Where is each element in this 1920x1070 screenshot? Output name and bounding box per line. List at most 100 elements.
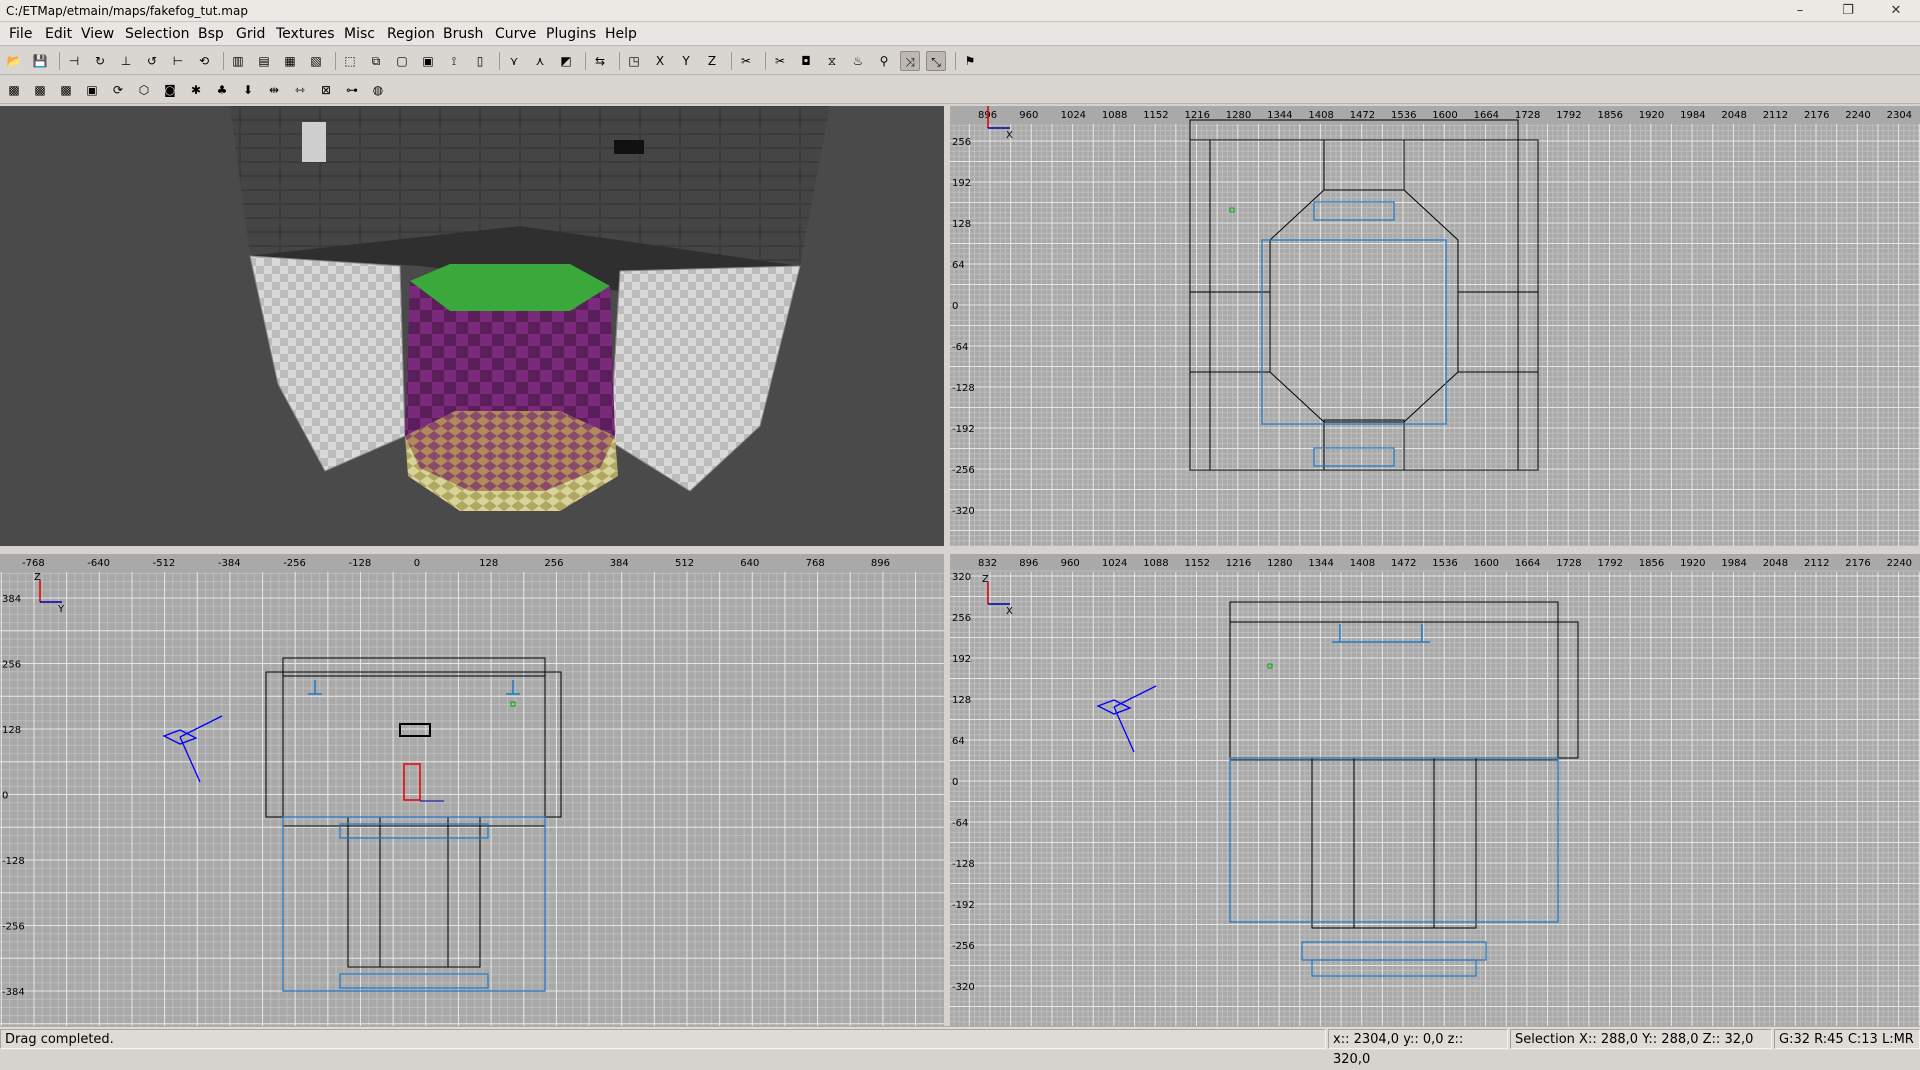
ruler-label-v: -256	[952, 941, 975, 952]
ruler-label-h: 1920	[1639, 110, 1664, 121]
ruler-label-h: 2304	[1887, 110, 1912, 121]
camera-view[interactable]	[0, 106, 944, 546]
texture-lock-icon[interactable]: ✂	[770, 51, 790, 71]
box-x-icon[interactable]: ⊠	[316, 80, 336, 100]
minimize-button[interactable]: –	[1780, 0, 1820, 22]
view-z-icon[interactable]: Z	[702, 51, 722, 71]
face-mode-icon[interactable]: ◩	[556, 51, 576, 71]
menu-misc[interactable]: Misc	[344, 26, 375, 42]
tree-icon[interactable]: ♣	[212, 80, 232, 100]
scale-icon[interactable]: ⚲	[874, 51, 894, 71]
patch-icon[interactable]: ⧖	[822, 51, 842, 71]
flip-x-icon[interactable]: ⊣	[64, 51, 84, 71]
view-y-icon[interactable]: Y	[676, 51, 696, 71]
xz-view-canvas: 832 896 960 1024 1088 1152 1216 1280 1344 1408 147…	[950, 554, 1920, 1026]
vertex-mode-icon[interactable]: ⋎	[504, 51, 524, 71]
xz-view[interactable]: 832 896 960 1024 1088 1152 1216 1280 1344 1408 147…	[950, 554, 1920, 1026]
edge-mode-icon[interactable]: ⋏	[530, 51, 550, 71]
ruler-label-h: 1728	[1556, 558, 1581, 569]
title-bar: C:/ETMap/etmain/maps/fakefog_tut.map – ❐…	[0, 0, 1920, 22]
refresh-icon[interactable]: ⟳	[108, 80, 128, 100]
select-touching-icon[interactable]: ⧉	[366, 51, 386, 71]
rotate-y-icon[interactable]: ↺	[142, 51, 162, 71]
ruler-label-v: -128	[952, 859, 975, 870]
horizontal-splitter[interactable]	[0, 546, 1920, 554]
menu-region[interactable]: Region	[387, 26, 435, 42]
ruler-label-h: 640	[740, 558, 759, 569]
menu-bsp[interactable]: Bsp	[198, 26, 224, 42]
flip-z-icon[interactable]: ⊢	[168, 51, 188, 71]
rotate-z-icon[interactable]: ⟲	[194, 51, 214, 71]
select-tall-icon[interactable]: ▯	[470, 51, 490, 71]
change-view-icon[interactable]: ⇆	[590, 51, 610, 71]
ruler-label-v: -128	[952, 383, 975, 394]
ruler-label-h: 1792	[1598, 558, 1623, 569]
select-inside-icon[interactable]: ⬚	[340, 51, 360, 71]
menu-plugins[interactable]: Plugins	[546, 26, 596, 42]
creature-icon[interactable]: ✱	[186, 80, 206, 100]
menu-file[interactable]: File	[9, 26, 32, 42]
menu-curve[interactable]: Curve	[495, 26, 536, 42]
entity-icon[interactable]: ▣	[82, 80, 102, 100]
toolbar-separator	[765, 52, 766, 70]
csg-merge-icon[interactable]: ▤	[254, 51, 274, 71]
grid-status: G:32 R:45 C:13 L:MR	[1774, 1029, 1920, 1049]
menu-help[interactable]: Help	[605, 26, 637, 42]
camera-icon[interactable]: ⊶	[342, 80, 362, 100]
make-room-icon[interactable]: ▧	[306, 51, 326, 71]
mirror-x-icon[interactable]: ⇹	[264, 80, 284, 100]
menu-grid[interactable]: Grid	[236, 26, 265, 42]
flip-y-icon[interactable]: ⊥	[116, 51, 136, 71]
maximize-button[interactable]: ❐	[1828, 0, 1868, 22]
drag-edges-icon[interactable]: ⤨	[900, 51, 920, 71]
bend-icon[interactable]: ♨	[848, 51, 868, 71]
xy-view-canvas: 8969601024108811521216128013441408147215…	[950, 106, 1920, 546]
ruler-label-h: 960	[1061, 558, 1080, 569]
selection-size: Selection X:: 288,0 Y:: 288,0 Z:: 32,0	[1510, 1029, 1772, 1049]
open-icon[interactable]: 📂	[4, 51, 24, 71]
yz-view[interactable]: -768 -640 -512 -384 -256 -128 0 128 256 384 512 640…	[0, 554, 944, 1026]
ruler-label-h: 2176	[1804, 110, 1829, 121]
hollow-icon[interactable]: ▦	[280, 51, 300, 71]
close-button[interactable]: ✕	[1876, 0, 1916, 22]
toolbar-separator	[499, 52, 500, 70]
arrow-down-icon[interactable]: ⬇	[238, 80, 258, 100]
mirror-y-icon[interactable]: ⇿	[290, 80, 310, 100]
ruler-label-v: 256	[952, 137, 971, 148]
drag-vertices-icon[interactable]: ⤡	[926, 51, 946, 71]
menu-textures[interactable]: Textures	[276, 26, 335, 42]
clipper-icon[interactable]: ✂	[736, 51, 756, 71]
ruler-label-h: 896	[871, 558, 890, 569]
ruler-label-h: 1472	[1350, 110, 1375, 121]
cube-icon[interactable]: ⬡	[134, 80, 154, 100]
show-brushes-icon[interactable]: ▩	[30, 80, 50, 100]
ruler-label-v: 384	[2, 594, 21, 605]
ruler-label-v: -192	[952, 900, 975, 911]
select-connected-icon[interactable]: ⟟	[444, 51, 464, 71]
save-icon[interactable]: 💾	[30, 51, 50, 71]
ruler-label-h: 128	[479, 558, 498, 569]
shader-icon[interactable]: ◙	[160, 80, 180, 100]
menu-selection[interactable]: Selection	[125, 26, 190, 42]
csg-subtract-icon[interactable]: ▥	[228, 51, 248, 71]
select-complete-icon[interactable]: ▣	[418, 51, 438, 71]
select-partial-icon[interactable]: ▢	[392, 51, 412, 71]
view-xy-icon[interactable]: ◳	[624, 51, 644, 71]
menu-brush[interactable]: Brush	[443, 26, 483, 42]
show-textures-icon[interactable]: ▩	[56, 80, 76, 100]
ruler-label-h: 1856	[1639, 558, 1664, 569]
axis-label-horizontal: Y	[57, 604, 65, 615]
xy-view[interactable]: 8969601024108811521216128013441408147215…	[950, 106, 1920, 546]
ruler-label-v: 0	[2, 791, 8, 802]
ruler-label-v: -256	[2, 922, 25, 933]
globe-icon[interactable]: ◍	[368, 80, 388, 100]
ruler-label-h: -768	[22, 558, 45, 569]
clip-icon[interactable]: ◘	[796, 51, 816, 71]
view-x-icon[interactable]: X	[650, 51, 670, 71]
rotate-x-icon[interactable]: ↻	[90, 51, 110, 71]
show-patches-icon[interactable]: ▩	[4, 80, 24, 100]
plugin-red-icon[interactable]: ⚑	[960, 51, 980, 71]
menu-edit[interactable]: Edit	[45, 26, 72, 42]
menu-view[interactable]: View	[81, 26, 114, 42]
ruler-label-h: 2240	[1845, 110, 1870, 121]
